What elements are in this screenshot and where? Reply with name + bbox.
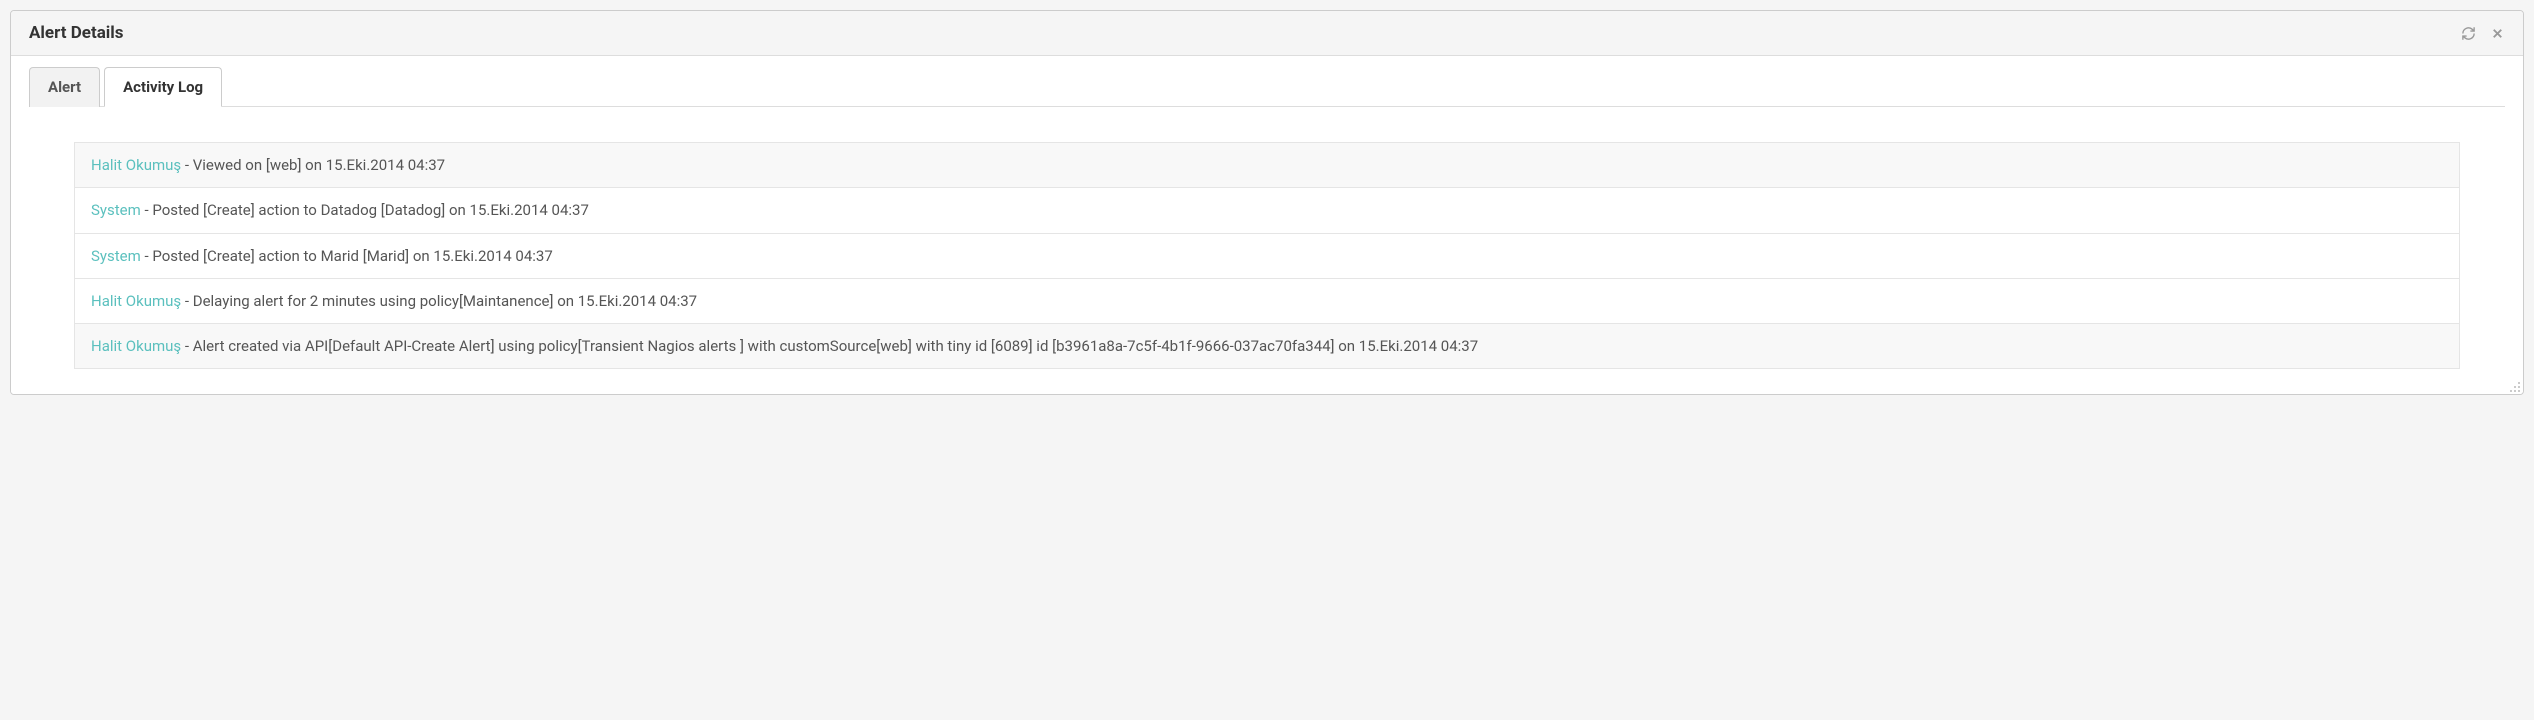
log-actor[interactable]: Halit Okumuş <box>91 156 181 174</box>
log-actor[interactable]: System <box>91 201 141 219</box>
log-actor[interactable]: Halit Okumuş <box>91 337 181 355</box>
alert-details-panel: Alert Details Alert Activity Log <box>10 10 2524 395</box>
log-text: - Posted [Create] action to Marid [Marid… <box>141 247 553 265</box>
panel-header-actions <box>2461 26 2505 41</box>
activity-log-list: Halit Okumuş - Viewed on [web] on 15.Eki… <box>29 142 2505 369</box>
log-item: System - Posted [Create] action to Datad… <box>74 188 2460 233</box>
panel-title: Alert Details <box>29 23 124 43</box>
tab-activity-log[interactable]: Activity Log <box>104 67 222 107</box>
log-item: Halit Okumuş - Alert created via API[Def… <box>74 324 2460 369</box>
tabs: Alert Activity Log <box>29 66 2505 107</box>
log-item: Halit Okumuş - Delaying alert for 2 minu… <box>74 279 2460 324</box>
refresh-icon[interactable] <box>2461 26 2476 41</box>
log-text: - Posted [Create] action to Datadog [Dat… <box>141 201 589 219</box>
log-item: System - Posted [Create] action to Marid… <box>74 234 2460 279</box>
tab-alert[interactable]: Alert <box>29 67 100 107</box>
close-icon[interactable] <box>2490 26 2505 41</box>
log-text: - Alert created via API[Default API-Crea… <box>181 337 1478 355</box>
resize-handle[interactable] <box>2507 378 2521 392</box>
log-text: - Viewed on [web] on 15.Eki.2014 04:37 <box>181 156 445 174</box>
log-actor[interactable]: System <box>91 247 141 265</box>
log-item: Halit Okumuş - Viewed on [web] on 15.Eki… <box>74 142 2460 188</box>
panel-body: Alert Activity Log Halit Okumuş - Viewed… <box>11 66 2523 394</box>
log-text: - Delaying alert for 2 minutes using pol… <box>181 292 697 310</box>
log-actor[interactable]: Halit Okumuş <box>91 292 181 310</box>
panel-header: Alert Details <box>11 11 2523 56</box>
